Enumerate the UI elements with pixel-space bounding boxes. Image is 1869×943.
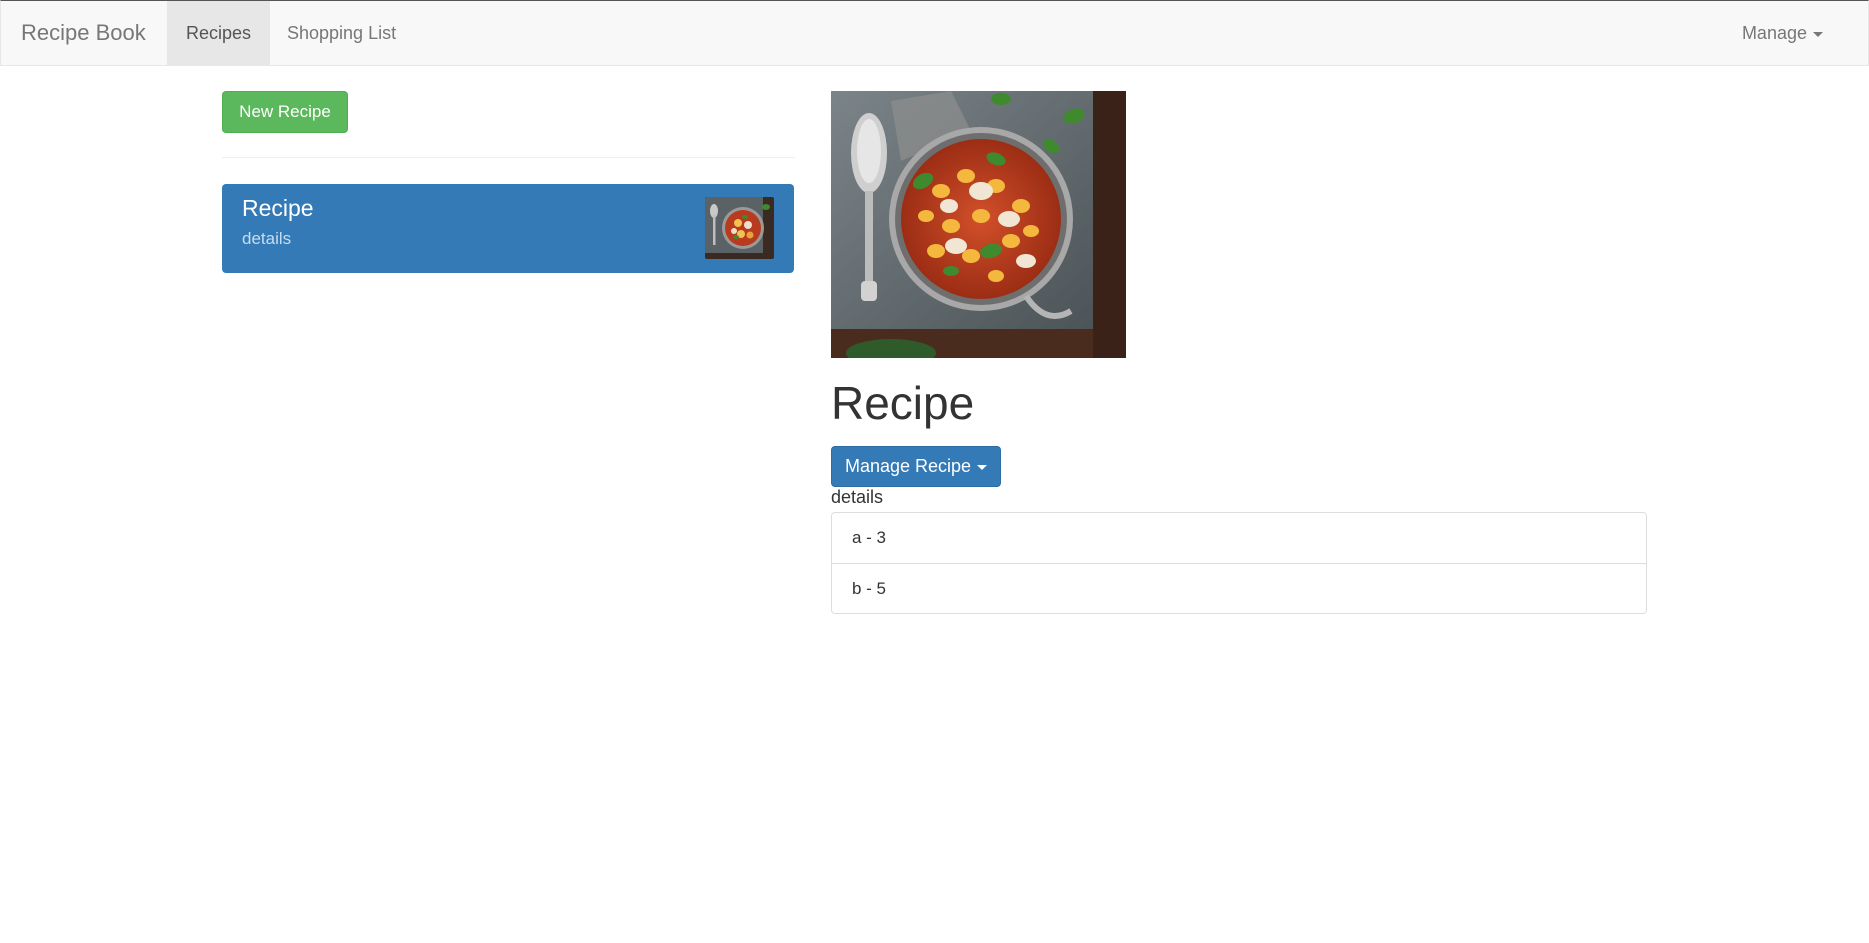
nav-recipes[interactable]: Recipes bbox=[167, 1, 271, 65]
new-recipe-button[interactable]: New Recipe bbox=[222, 91, 348, 133]
manage-dropdown[interactable]: Manage bbox=[1723, 1, 1842, 65]
manage-recipe-button[interactable]: Manage Recipe bbox=[831, 446, 1001, 487]
recipe-list-item[interactable]: Recipe details bbox=[222, 184, 794, 273]
caret-down-icon bbox=[1813, 31, 1823, 37]
brand-link[interactable]: Recipe Book bbox=[21, 1, 146, 65]
manage-dropdown-label: Manage bbox=[1741, 23, 1807, 43]
manage-recipe-label: Manage Recipe bbox=[844, 456, 972, 476]
recipe-item-description: details bbox=[242, 229, 292, 248]
divider bbox=[222, 157, 795, 158]
nav-shopping-list[interactable]: Shopping List bbox=[268, 1, 415, 65]
recipe-title: Recipe bbox=[831, 377, 975, 429]
ingredient-list: a - 3 b - 5 bbox=[831, 512, 1647, 614]
dish-photo bbox=[831, 91, 1126, 358]
recipe-description: details bbox=[831, 487, 884, 507]
ingredient-item[interactable]: b - 5 bbox=[832, 563, 1646, 613]
ingredient-item[interactable]: a - 3 bbox=[832, 513, 1646, 563]
dish-thumbnail-image bbox=[705, 197, 774, 259]
recipe-image bbox=[831, 91, 1126, 358]
recipe-thumbnail bbox=[705, 197, 774, 259]
top-navbar: Recipe Book Recipes Shopping List Manage bbox=[0, 0, 1869, 66]
caret-down-icon bbox=[977, 464, 988, 470]
recipe-item-name: Recipe bbox=[242, 195, 314, 221]
